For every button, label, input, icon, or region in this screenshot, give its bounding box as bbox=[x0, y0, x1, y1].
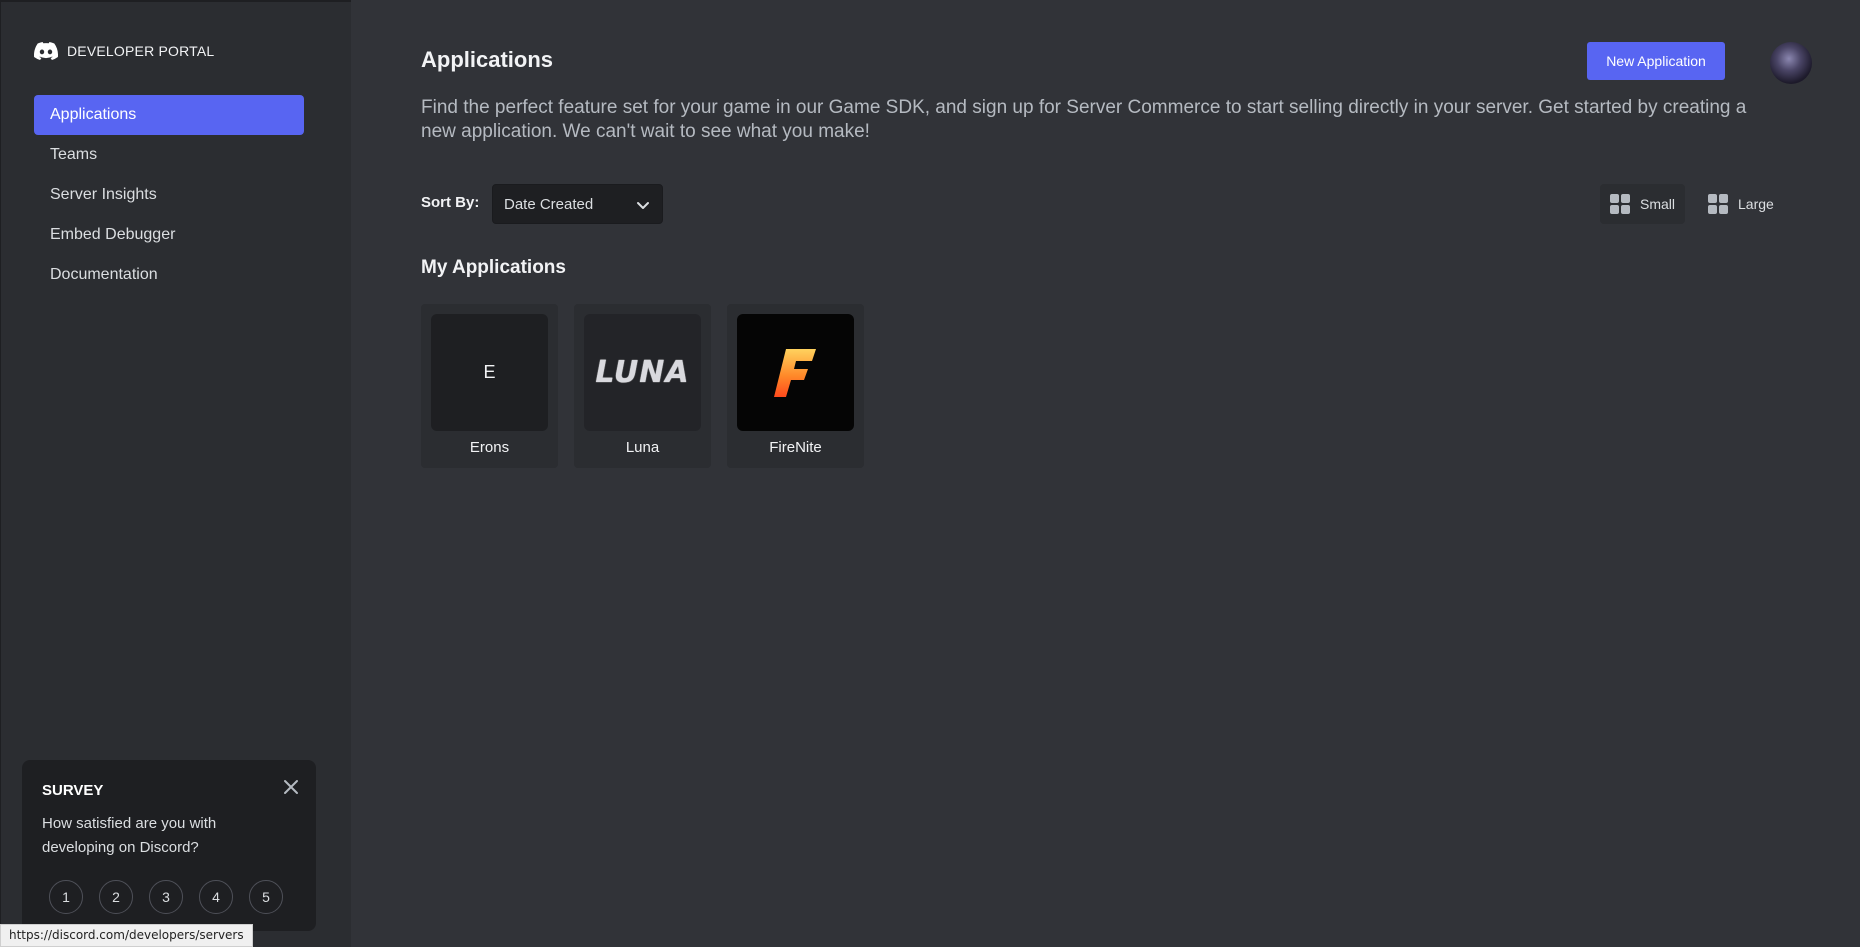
app-icon-erons: E bbox=[431, 314, 548, 431]
app-icon-firenite bbox=[737, 314, 854, 431]
sidebar-nav: Applications Teams Server Insights Embed… bbox=[34, 95, 304, 295]
app-name: Luna bbox=[625, 439, 660, 456]
rating-button-1[interactable]: 1 bbox=[49, 880, 83, 914]
survey-question: How satisfied are you with developing on… bbox=[42, 815, 217, 856]
chevron-down-icon bbox=[637, 202, 649, 209]
my-applications-title: My Applications bbox=[421, 257, 566, 278]
sidebar-item-embed-debugger[interactable]: Embed Debugger bbox=[34, 215, 304, 255]
brand[interactable]: DEVELOPER PORTAL bbox=[34, 39, 214, 63]
page-description: Find the perfect feature set for your ga… bbox=[421, 97, 1747, 142]
app-card-luna[interactable]: LUNA Luna bbox=[574, 304, 711, 468]
sort-label: Sort By: bbox=[421, 194, 480, 211]
app-name: FireNite bbox=[769, 439, 822, 456]
firenite-logo-icon bbox=[773, 348, 816, 397]
app-icon-initial: E bbox=[483, 362, 496, 382]
grid-large-icon bbox=[1708, 194, 1728, 214]
new-application-button[interactable]: New Application bbox=[1587, 42, 1725, 80]
brand-title: DEVELOPER PORTAL bbox=[67, 43, 215, 59]
rating-button-2[interactable]: 2 bbox=[99, 880, 133, 914]
luna-logo-text: LUNA bbox=[595, 355, 690, 390]
status-bar-url: https://discord.com/developers/servers bbox=[0, 924, 253, 947]
applications-grid: E Erons LUNA Luna FireNite bbox=[421, 304, 864, 468]
avatar[interactable] bbox=[1770, 42, 1812, 84]
survey-title: SURVEY bbox=[42, 782, 104, 799]
sidebar-item-server-insights[interactable]: Server Insights bbox=[34, 175, 304, 215]
app-card-erons[interactable]: E Erons bbox=[421, 304, 558, 468]
discord-logo-icon bbox=[34, 42, 58, 60]
app-name: Erons bbox=[469, 439, 510, 456]
view-large-label: Large bbox=[1738, 196, 1774, 212]
app-card-firenite[interactable]: FireNite bbox=[727, 304, 864, 468]
sort-selected-value: Date Created bbox=[504, 195, 594, 213]
grid-small-icon bbox=[1610, 194, 1630, 214]
survey-panel: SURVEY How satisfied are you with develo… bbox=[22, 760, 316, 931]
rating-button-4[interactable]: 4 bbox=[199, 880, 233, 914]
rating-button-3[interactable]: 3 bbox=[149, 880, 183, 914]
close-icon[interactable] bbox=[282, 778, 300, 796]
view-large-button[interactable]: Large bbox=[1698, 184, 1784, 224]
view-small-label: Small bbox=[1640, 196, 1676, 212]
survey-ratings: 1 2 3 4 5 bbox=[49, 880, 283, 914]
rating-button-5[interactable]: 5 bbox=[249, 880, 283, 914]
app-icon-luna: LUNA bbox=[584, 314, 701, 431]
sidebar: DEVELOPER PORTAL Applications Teams Serv… bbox=[0, 0, 351, 947]
sidebar-item-teams[interactable]: Teams bbox=[34, 135, 304, 175]
page-title: Applications bbox=[421, 47, 554, 72]
sort-select[interactable]: Date Created bbox=[492, 184, 663, 224]
sidebar-item-documentation[interactable]: Documentation bbox=[34, 255, 304, 295]
sidebar-item-applications[interactable]: Applications bbox=[34, 95, 304, 135]
view-small-button[interactable]: Small bbox=[1600, 184, 1686, 224]
